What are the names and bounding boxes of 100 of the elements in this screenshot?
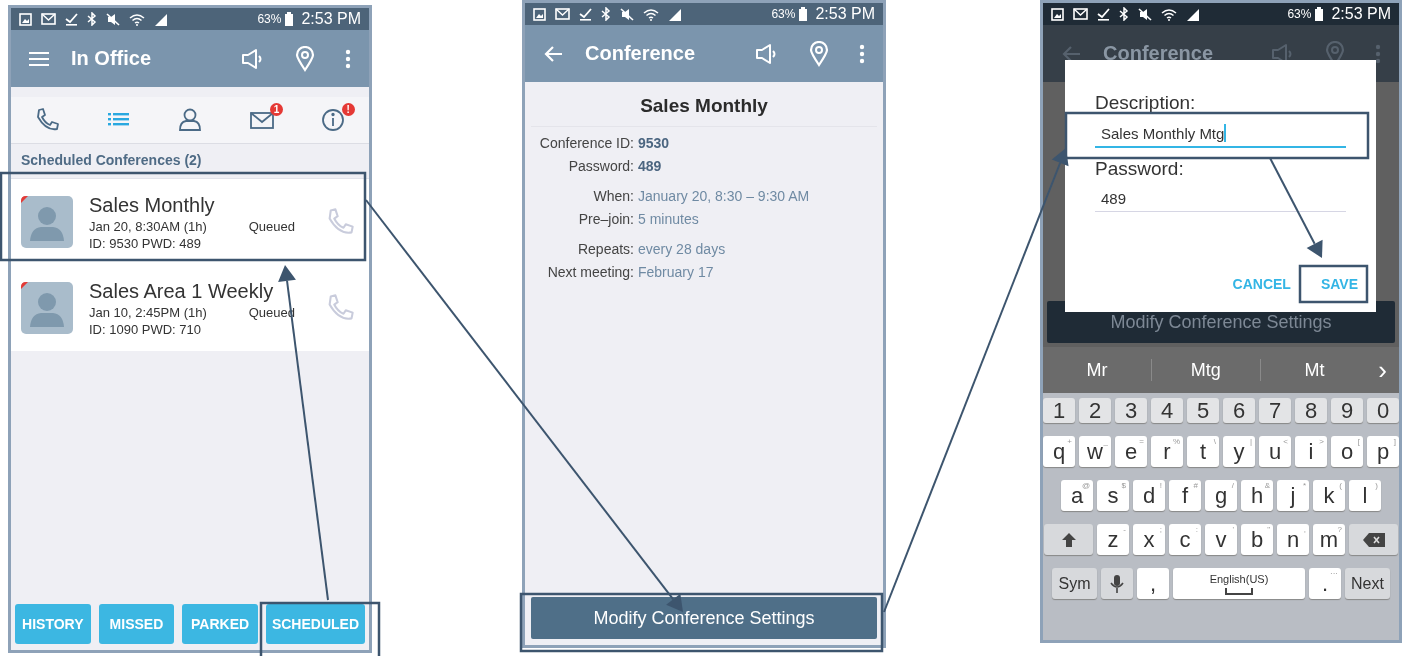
notification-badge: ! bbox=[341, 103, 355, 116]
detail-value: 489 bbox=[638, 158, 663, 174]
bluetooth-icon bbox=[601, 7, 611, 21]
picture-icon bbox=[19, 12, 32, 26]
letter-key[interactable]: l ) bbox=[1349, 480, 1381, 511]
number-key[interactable]: 3 bbox=[1115, 398, 1147, 423]
letter-key[interactable]: r% bbox=[1151, 436, 1183, 467]
battery-icon bbox=[285, 12, 294, 26]
conference-title: Sales Monthly bbox=[531, 92, 877, 127]
microphone-key[interactable] bbox=[1101, 568, 1133, 599]
letter-key[interactable]: y | bbox=[1223, 436, 1255, 467]
notification-badge: 1 bbox=[270, 103, 284, 116]
letter-key[interactable]: m? bbox=[1313, 524, 1345, 555]
punctuation-key[interactable]: .··· bbox=[1309, 568, 1341, 599]
mute-icon bbox=[1138, 7, 1152, 21]
letter-key[interactable]: k ( bbox=[1313, 480, 1345, 511]
letter-key[interactable]: o [ bbox=[1331, 436, 1363, 467]
screen-title: Conference bbox=[1103, 42, 1215, 65]
picture-icon bbox=[1051, 7, 1064, 21]
conference-credentials: ID: 1090 PWD: 710 bbox=[89, 321, 202, 337]
person-icon bbox=[177, 107, 203, 133]
modify-settings-button[interactable]: Modify Conference Settings bbox=[531, 597, 877, 639]
letter-key[interactable]: p ] bbox=[1367, 436, 1399, 467]
avatar-icon bbox=[21, 282, 73, 334]
detail-label: Password: bbox=[567, 158, 634, 174]
letter-key[interactable]: x ; bbox=[1133, 524, 1165, 555]
screen-title: Conference bbox=[585, 42, 697, 65]
conference-time: Jan 20, 8:30AM (1h) bbox=[89, 218, 208, 234]
tab[interactable]: ! bbox=[297, 97, 369, 143]
letter-key[interactable]: v ' bbox=[1205, 524, 1237, 555]
letter-key[interactable]: e= bbox=[1115, 436, 1147, 467]
symbols-key[interactable]: Sym bbox=[1052, 568, 1097, 599]
backspace-key[interactable] bbox=[1349, 524, 1398, 555]
mail-icon bbox=[555, 8, 570, 20]
number-key[interactable]: 5 bbox=[1187, 398, 1219, 423]
conference-credentials: ID: 9530 PWD: 489 bbox=[89, 235, 202, 251]
letter-key[interactable]: d ! bbox=[1133, 480, 1165, 511]
space-key[interactable]: English(US) bbox=[1173, 568, 1305, 599]
number-key[interactable]: 1 bbox=[1043, 398, 1075, 423]
number-key[interactable]: 7 bbox=[1259, 398, 1291, 423]
detail-label: Pre–join: bbox=[577, 211, 634, 227]
input-field[interactable]: Sales Monthly Mtg bbox=[1095, 114, 1346, 148]
shift-icon bbox=[1060, 531, 1077, 548]
number-key[interactable]: 9 bbox=[1331, 398, 1363, 423]
shift-key[interactable] bbox=[1044, 524, 1093, 555]
tab[interactable]: 1 bbox=[225, 97, 298, 143]
wifi-icon bbox=[129, 12, 145, 26]
word-suggestion[interactable]: Mt bbox=[1260, 359, 1369, 381]
signal-icon bbox=[154, 12, 168, 26]
letter-key[interactable]: q+ bbox=[1043, 436, 1075, 467]
punctuation-key[interactable]: , bbox=[1137, 568, 1169, 599]
letter-key[interactable]: b " bbox=[1241, 524, 1273, 555]
wifi-icon bbox=[643, 7, 659, 21]
screen-title: In Office bbox=[71, 47, 152, 70]
detail-label: Conference ID: bbox=[538, 135, 634, 151]
number-key[interactable]: 2 bbox=[1079, 398, 1111, 423]
letter-key[interactable]: c : bbox=[1169, 524, 1201, 555]
number-key[interactable]: 0 bbox=[1367, 398, 1399, 423]
word-suggestion[interactable]: Mtg bbox=[1151, 359, 1260, 381]
battery-icon bbox=[1315, 7, 1324, 21]
mail-icon bbox=[41, 13, 56, 25]
detail-label: When: bbox=[592, 188, 634, 204]
battery-percent: 63% bbox=[1287, 7, 1312, 21]
letter-key[interactable]: u< bbox=[1259, 436, 1291, 467]
word-suggestion[interactable]: Mr bbox=[1043, 359, 1151, 381]
clock-time: 2:53 PM bbox=[815, 5, 875, 23]
check-icon bbox=[1097, 7, 1110, 21]
number-key[interactable]: 8 bbox=[1295, 398, 1327, 423]
number-key[interactable]: 4 bbox=[1151, 398, 1183, 423]
conference-name: Sales Area 1 Weekly bbox=[89, 279, 275, 303]
letter-key[interactable]: n , bbox=[1277, 524, 1309, 555]
letter-key[interactable]: z - bbox=[1097, 524, 1129, 555]
check-icon bbox=[579, 7, 592, 21]
field-label: Password: bbox=[1095, 158, 1185, 180]
clock-time: 2:53 PM bbox=[1331, 5, 1391, 23]
more-icon[interactable] bbox=[1375, 43, 1381, 64]
letter-key[interactable]: w_ bbox=[1079, 436, 1111, 467]
input-field[interactable]: 489 bbox=[1095, 180, 1346, 212]
conference-time: Jan 10, 2:45PM (1h) bbox=[89, 304, 208, 320]
detail-value: January 20, 8:30 – 9:30 AM bbox=[638, 188, 810, 204]
letter-key[interactable]: g / bbox=[1205, 480, 1237, 511]
menu-icon[interactable] bbox=[29, 50, 49, 67]
mute-icon bbox=[106, 12, 120, 26]
letter-key[interactable]: t \ bbox=[1187, 436, 1219, 467]
next-key[interactable]: Next bbox=[1345, 568, 1390, 599]
letter-key[interactable]: h& bbox=[1241, 480, 1273, 511]
letter-key[interactable]: a@ bbox=[1061, 480, 1093, 511]
letter-key[interactable]: j * bbox=[1277, 480, 1309, 511]
info-icon bbox=[320, 107, 347, 133]
letter-key[interactable]: f # bbox=[1169, 480, 1201, 511]
detail-label: Repeats: bbox=[576, 241, 634, 257]
conference-row[interactable]: Sales Monthly Jan 20, 8:30AM (1h) Queued ID: 9530 PWD: 489 bbox=[11, 179, 369, 265]
number-key[interactable]: 6 bbox=[1223, 398, 1255, 423]
detail-value: every 28 days bbox=[638, 241, 726, 257]
more-suggestions[interactable]: › bbox=[1368, 354, 1387, 386]
field-label: Description: bbox=[1095, 92, 1197, 114]
letter-key[interactable]: s$ bbox=[1097, 480, 1129, 511]
letter-key[interactable]: i > bbox=[1295, 436, 1327, 467]
back-arrow-icon[interactable] bbox=[1061, 44, 1081, 63]
conference-status: Queued bbox=[248, 218, 295, 234]
